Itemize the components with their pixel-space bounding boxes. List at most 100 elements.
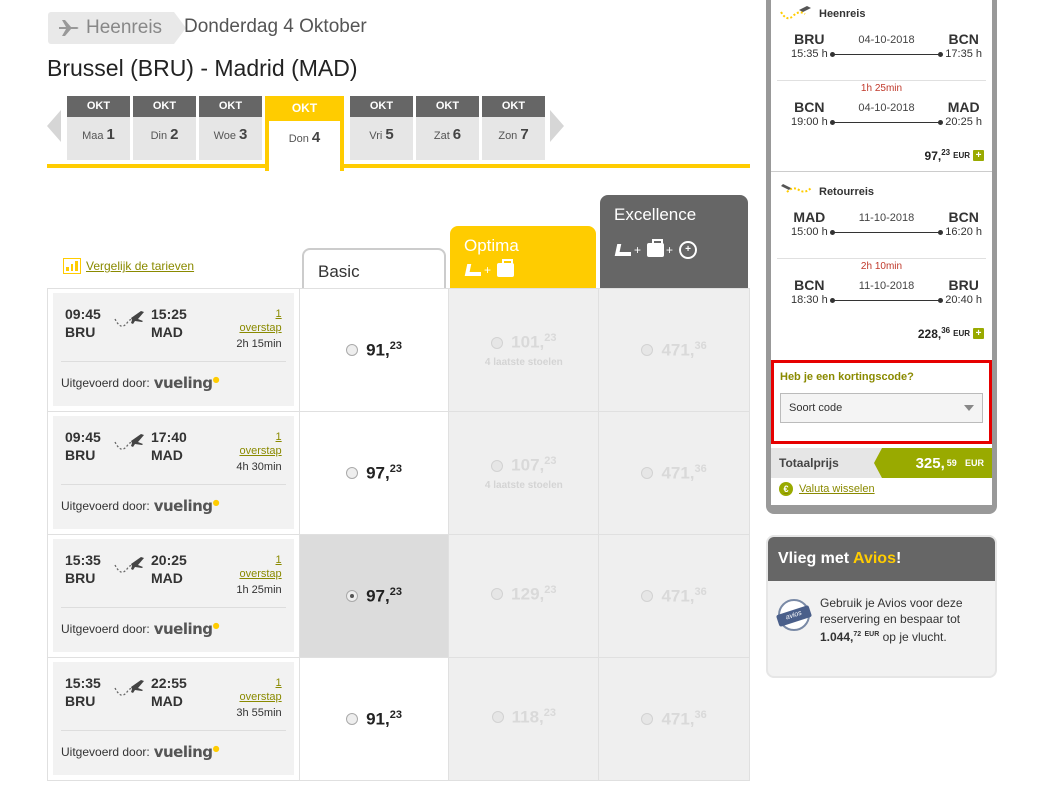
fare-column-basic-label: Basic xyxy=(318,262,360,281)
avios-description: Gebruik je Avios voor deze reservering e… xyxy=(820,596,963,644)
date-tab-1[interactable]: OKT Maa 1 xyxy=(67,96,130,160)
flexibility-icon: + xyxy=(679,241,698,259)
total-price-label: Totaalprijs xyxy=(779,456,839,470)
operator-info: Uitgevoerd door: vueling● xyxy=(61,484,286,515)
stops-label-link[interactable]: overstap xyxy=(236,444,281,458)
date-tab-7[interactable]: OKT Zon 7 xyxy=(482,96,545,160)
stops-count-link[interactable]: 1 xyxy=(236,430,282,444)
next-week-arrow-icon[interactable] xyxy=(550,110,564,142)
stops-info: 1 overstap 4h 30min xyxy=(236,430,281,474)
stops-info: 1 overstap 3h 55min xyxy=(236,676,281,720)
fare-basic-option[interactable]: 97,23 xyxy=(300,412,450,534)
flight-duration: 4h 30min xyxy=(236,461,282,473)
fare-optima-option[interactable]: 118,23 xyxy=(449,658,600,780)
avios-promo: Vlieg met Avios! avios Gebruik je Avios … xyxy=(766,535,997,678)
operator-info: Uitgevoerd door: vueling● xyxy=(61,730,286,761)
operator-info: Uitgevoerd door: vueling● xyxy=(61,607,286,638)
departure-airport: BRU xyxy=(65,570,96,586)
tabs-underline xyxy=(47,164,269,168)
euro-icon: € xyxy=(779,482,793,496)
return-subtotal: 228,36 EUR + xyxy=(777,326,986,341)
fare-radio[interactable] xyxy=(346,344,359,356)
summary-segment: BCN 18:30 h 11-10-2018 BRU 20:40 h xyxy=(791,277,982,307)
date-tab-4-active[interactable]: OKT Don 4 xyxy=(265,96,344,171)
flight-duration: 1h 25min xyxy=(236,584,282,596)
fare-column-basic: Basic xyxy=(302,248,446,288)
discount-code-box: Heb je een kortingscode? Soort code xyxy=(771,360,992,444)
fare-basic-option[interactable]: 97,23 xyxy=(299,535,450,657)
table-row: 09:45 BRU 15:25 MAD 1 overstap 2h 15min Ui… xyxy=(48,288,749,411)
seats-left-note: 4 laatste stoelen xyxy=(484,356,563,368)
fare-price: 97,23 xyxy=(366,585,402,606)
expand-plus-icon[interactable]: + xyxy=(973,150,984,161)
fare-price: 101,23 xyxy=(511,332,557,352)
stops-label-link[interactable]: overstap xyxy=(236,321,281,335)
layover-duration: 1h 25min xyxy=(777,80,986,96)
fare-excellence-option[interactable]: 471,36 xyxy=(599,289,749,411)
tabs-underline xyxy=(341,164,750,168)
date-tab-5[interactable]: OKT Vri 5 xyxy=(350,96,413,160)
flight-info-cell: 15:35 BRU 22:55 MAD 1 overstap 3h 55min Ui… xyxy=(48,658,300,780)
seat-icon xyxy=(614,242,632,258)
plane-dotted-icon xyxy=(780,6,811,20)
plane-dotted-icon xyxy=(781,184,812,193)
plane-route-icon xyxy=(114,434,144,450)
departure-time: 09:45 xyxy=(65,429,101,445)
flight-duration: 2h 15min xyxy=(236,338,282,350)
stops-count-link[interactable]: 1 xyxy=(236,307,282,321)
stops-label-link[interactable]: overstap xyxy=(236,690,281,704)
fare-optima-option[interactable]: 129,23 xyxy=(449,535,600,657)
fare-excellence-option[interactable]: 471,36 xyxy=(599,658,749,780)
fare-excellence-option[interactable]: 471,36 xyxy=(599,535,749,657)
fare-radio[interactable] xyxy=(346,590,359,602)
fare-optima-option[interactable]: 101,23 4 laatste stoelen xyxy=(449,289,600,411)
fare-column-optima: Optima + xyxy=(450,226,596,288)
fare-radio[interactable] xyxy=(641,344,654,356)
baggage-icon xyxy=(647,239,665,257)
expand-plus-icon[interactable]: + xyxy=(973,328,984,339)
fare-radio[interactable] xyxy=(641,713,654,725)
change-currency-link[interactable]: € Valuta wisselen xyxy=(779,482,875,496)
fare-radio[interactable] xyxy=(491,336,504,349)
discount-code-select[interactable]: Soort code xyxy=(780,393,983,423)
departure-airport: BRU xyxy=(65,447,96,463)
fare-excellence-option[interactable]: 471,36 xyxy=(599,412,749,534)
fare-price: 118,23 xyxy=(511,706,557,727)
seats-left-note: 4 laatste stoelen xyxy=(484,479,563,491)
fare-radio[interactable] xyxy=(641,467,654,479)
date-tab-3[interactable]: OKT Woe 3 xyxy=(199,96,262,160)
stops-count-link[interactable]: 1 xyxy=(236,676,282,690)
fare-radio[interactable] xyxy=(491,588,504,600)
fare-basic-option[interactable]: 91,23 xyxy=(300,289,450,411)
arrival-time: 22:55 xyxy=(151,675,187,691)
fare-radio[interactable] xyxy=(491,711,504,723)
summary-segment: BCN 19:00 h 04-10-2018 MAD 20:25 h xyxy=(791,99,982,129)
table-row: 15:35 BRU 20:25 MAD 1 overstap 1h 25min Ui… xyxy=(48,534,749,657)
flight-results-table: 09:45 BRU 15:25 MAD 1 overstap 2h 15min Ui… xyxy=(47,288,750,781)
summary-segment: MAD 15:00 h 11-10-2018 BCN 16:20 h xyxy=(791,209,982,239)
fare-radio[interactable] xyxy=(346,713,359,725)
stops-label-link[interactable]: overstap xyxy=(236,567,281,581)
summary-segment: BRU 15:35 h 04-10-2018 BCN 17:35 h xyxy=(791,31,982,61)
fare-radio[interactable] xyxy=(491,459,504,472)
fare-radio[interactable] xyxy=(346,467,359,479)
fare-column-excellence-label: Excellence xyxy=(614,205,697,224)
arrival-time: 20:25 xyxy=(151,552,187,568)
departure-time: 09:45 xyxy=(65,306,101,322)
fare-price: 107,23 xyxy=(511,455,557,475)
fare-basic-option[interactable]: 91,23 xyxy=(300,658,450,780)
fare-price: 91,23 xyxy=(366,339,402,360)
compare-fares-link[interactable]: Vergelijk de tarieven xyxy=(63,258,194,274)
total-price-value: 325, 59 EUR xyxy=(874,448,992,478)
date-tab-2[interactable]: OKT Din 2 xyxy=(133,96,196,160)
stops-count-link[interactable]: 1 xyxy=(236,553,282,567)
fare-column-optima-label: Optima xyxy=(464,236,519,255)
plane-icon xyxy=(59,20,79,36)
fare-optima-option[interactable]: 107,23 4 laatste stoelen xyxy=(449,412,600,534)
prev-week-arrow-icon[interactable] xyxy=(47,110,61,142)
date-tab-6[interactable]: OKT Zat 6 xyxy=(416,96,479,160)
vueling-logo: vueling● xyxy=(153,497,220,515)
leg-label: Heenreis xyxy=(86,17,163,38)
departure-airport: BRU xyxy=(65,324,96,340)
fare-radio[interactable] xyxy=(641,590,654,602)
